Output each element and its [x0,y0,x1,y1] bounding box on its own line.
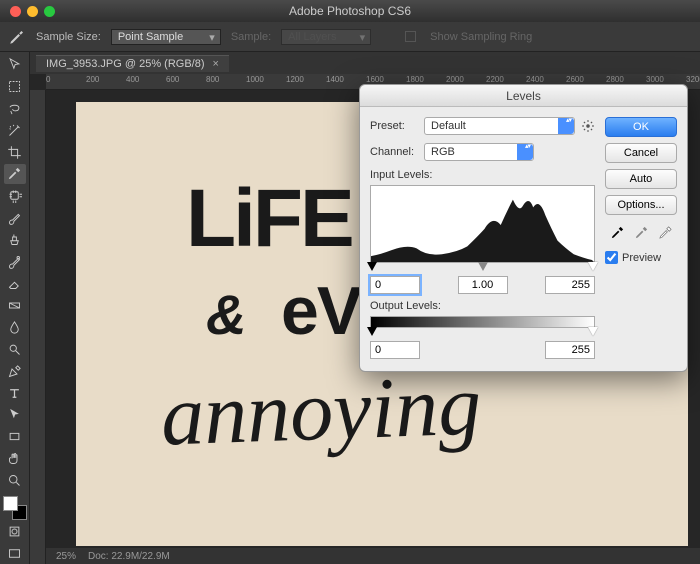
output-white-slider[interactable] [588,327,598,336]
ruler-tick: 800 [206,75,219,84]
ruler-tick: 0 [46,75,50,84]
type-tool[interactable] [4,383,26,404]
levels-dialog[interactable]: Levels Preset: Default Channel: RGB Inpu… [359,84,688,372]
input-levels-label: Input Levels: [370,169,595,181]
close-tab-icon[interactable]: × [213,58,219,70]
ruler-tick: 600 [166,75,179,84]
blur-tool[interactable] [4,317,26,338]
cancel-button[interactable]: Cancel [605,143,677,163]
ruler-tick: 1200 [286,75,304,84]
clone-stamp-tool[interactable] [4,229,26,250]
gradient-tool[interactable] [4,295,26,316]
input-gamma-slider[interactable] [478,262,488,271]
move-tool[interactable] [4,54,26,75]
lasso-tool[interactable] [4,98,26,119]
app-title: Adobe Photoshop CS6 [0,4,700,18]
quickmask-toggle[interactable] [4,521,26,542]
input-black-field[interactable] [370,276,420,294]
ok-button[interactable]: OK [605,117,677,137]
eraser-tool[interactable] [4,273,26,294]
ruler-tick: 3200 [686,75,700,84]
input-white-field[interactable] [545,276,595,294]
input-gamma-field[interactable] [458,276,508,294]
gray-point-eyedropper-icon[interactable] [632,223,650,241]
ruler-vertical [30,90,46,564]
preview-checkbox-row[interactable]: Preview [605,251,677,264]
ruler-tick: 400 [126,75,139,84]
ruler-tick: 200 [86,75,99,84]
art-life: LiFE [186,172,352,266]
magic-wand-tool[interactable] [4,120,26,141]
auto-button[interactable]: Auto [605,169,677,189]
output-levels-label: Output Levels: [370,300,595,312]
histogram [370,185,595,263]
preview-label: Preview [622,252,661,264]
channel-select[interactable]: RGB [424,143,534,161]
screenmode-toggle[interactable] [4,543,26,564]
show-sampling-ring-label: Show Sampling Ring [430,31,532,43]
sample-size-label: Sample Size: [36,31,101,43]
document-tab-bar: IMG_3953.JPG @ 25% (RGB/8) × [30,52,700,74]
options-bar: Sample Size: Point Sample Sample: All La… [0,22,700,52]
crop-tool[interactable] [4,142,26,163]
output-black-field[interactable] [370,341,420,359]
art-ev: eV [281,272,360,350]
rectangle-tool[interactable] [4,426,26,447]
white-point-eyedropper-icon[interactable] [656,223,674,241]
hand-tool[interactable] [4,448,26,469]
output-black-slider[interactable] [367,327,377,336]
sample-layers-select: All Layers [281,29,371,45]
color-swatches[interactable] [3,496,27,520]
history-brush-tool[interactable] [4,251,26,272]
input-slider[interactable] [370,262,595,272]
preset-menu-icon[interactable] [581,119,595,133]
output-white-field[interactable] [545,341,595,359]
ruler-tick: 2800 [606,75,624,84]
ruler-tick: 1600 [366,75,384,84]
ruler-tick: 2200 [486,75,504,84]
sample-label: Sample: [231,31,271,43]
tool-preset-icon[interactable] [8,28,26,46]
zoom-level[interactable]: 25% [56,551,76,562]
art-ampersand: & [206,282,246,347]
ruler-tick: 2000 [446,75,464,84]
ruler-tick: 1800 [406,75,424,84]
preview-checkbox[interactable] [605,251,618,264]
input-white-slider[interactable] [588,262,598,271]
ruler-tick: 2400 [526,75,544,84]
ruler-tick: 3000 [646,75,664,84]
channel-label: Channel: [370,146,418,158]
app-titlebar: Adobe Photoshop CS6 [0,0,700,22]
show-sampling-ring-checkbox [405,31,416,42]
ruler-tick: 2600 [566,75,584,84]
preset-select[interactable]: Default [424,117,575,135]
zoom-tool[interactable] [4,470,26,491]
brush-tool[interactable] [4,207,26,228]
doc-size: Doc: 22.9M/22.9M [88,551,170,562]
output-slider[interactable] [370,327,595,337]
levels-dialog-title[interactable]: Levels [360,85,687,107]
pen-tool[interactable] [4,361,26,382]
input-black-slider[interactable] [367,262,377,271]
options-button[interactable]: Options... [605,195,677,215]
eyedropper-tool[interactable] [4,164,26,185]
document-tab-label: IMG_3953.JPG @ 25% (RGB/8) [46,58,205,70]
ruler-tick: 1400 [326,75,344,84]
dodge-tool[interactable] [4,339,26,360]
healing-brush-tool[interactable] [4,185,26,206]
status-bar: 25% Doc: 22.9M/22.9M [46,548,700,564]
black-point-eyedropper-icon[interactable] [608,223,626,241]
foreground-color[interactable] [3,496,18,511]
toolbox [0,52,30,564]
path-select-tool[interactable] [4,405,26,426]
marquee-tool[interactable] [4,76,26,97]
document-tab[interactable]: IMG_3953.JPG @ 25% (RGB/8) × [36,55,229,72]
sample-size-select[interactable]: Point Sample [111,29,221,45]
preset-label: Preset: [370,120,418,132]
ruler-tick: 1000 [246,75,264,84]
